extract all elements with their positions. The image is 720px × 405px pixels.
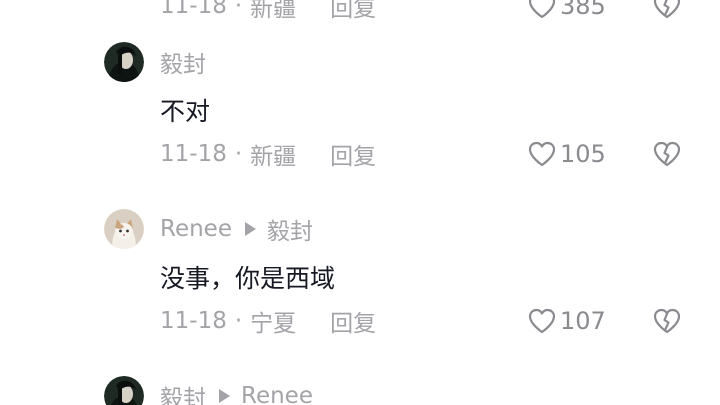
dark-portrait-avatar-icon — [104, 376, 144, 405]
heart-icon — [528, 141, 556, 167]
broken-heart-icon — [653, 141, 681, 167]
comment-author-row: 毅封 Renee — [160, 380, 313, 405]
comment-author-row: 毅封 — [160, 46, 206, 78]
reply-button[interactable]: 回复 — [330, 304, 376, 338]
meta-separator: · — [234, 0, 243, 19]
broken-heart-icon — [653, 308, 681, 334]
reply-button[interactable]: 回复 — [330, 137, 376, 171]
dark-portrait-avatar-icon — [104, 42, 144, 82]
dislike-button[interactable] — [652, 0, 682, 22]
comment-meta: 11-18 · 新疆 回复 — [160, 0, 376, 22]
comment-location: 新疆 — [250, 0, 297, 22]
comment-meta: 11-18 · 新疆 回复 — [160, 138, 376, 170]
comment-item-partial-top: 11-18 · 新疆 回复 385 — [0, 0, 720, 22]
comment-item: Renee 毅封 没事，你是西域 11-18 · 宁夏 回复 107 — [0, 207, 720, 377]
dislike-button[interactable] — [652, 138, 682, 170]
dislike-button[interactable] — [652, 305, 682, 337]
avatar[interactable] — [104, 42, 144, 82]
comment-date: 11-18 — [160, 141, 227, 167]
comment-location: 新疆 — [250, 144, 297, 170]
comment-date: 11-18 — [160, 0, 227, 19]
like-button[interactable]: 385 — [528, 0, 606, 22]
avatar[interactable] — [104, 209, 144, 249]
heart-icon — [528, 0, 556, 19]
like-count: 385 — [560, 0, 606, 20]
reply-button[interactable]: 回复 — [330, 0, 376, 23]
comment-author-name[interactable]: Renee — [160, 216, 232, 242]
meta-separator: · — [234, 308, 243, 334]
comment-author-name[interactable]: 毅封 — [160, 379, 206, 405]
comment-date: 11-18 — [160, 308, 227, 334]
comment-item: 毅封 Renee — [0, 374, 720, 405]
comment-author-name[interactable]: 毅封 — [160, 45, 206, 79]
reply-to-arrow-icon — [244, 222, 256, 236]
comment-location: 宁夏 — [250, 311, 297, 337]
comment-author-row: Renee 毅封 — [160, 213, 313, 245]
reply-to-name[interactable]: Renee — [241, 383, 313, 405]
cat-avatar-icon — [104, 209, 144, 249]
comment-item: 毅封 不对 11-18 · 新疆 回复 105 — [0, 40, 720, 210]
comment-text: 没事，你是西域 — [160, 264, 336, 293]
reply-to-name[interactable]: 毅封 — [267, 212, 313, 246]
like-count: 105 — [560, 140, 606, 168]
broken-heart-icon — [653, 0, 681, 19]
like-button[interactable]: 105 — [528, 138, 606, 170]
meta-separator: · — [234, 141, 243, 167]
comment-text: 不对 — [160, 97, 211, 126]
like-count: 107 — [560, 307, 606, 335]
heart-icon — [528, 308, 556, 334]
avatar[interactable] — [104, 376, 144, 405]
reply-to-arrow-icon — [219, 389, 230, 403]
like-button[interactable]: 107 — [528, 305, 606, 337]
comment-meta: 11-18 · 宁夏 回复 — [160, 305, 376, 337]
